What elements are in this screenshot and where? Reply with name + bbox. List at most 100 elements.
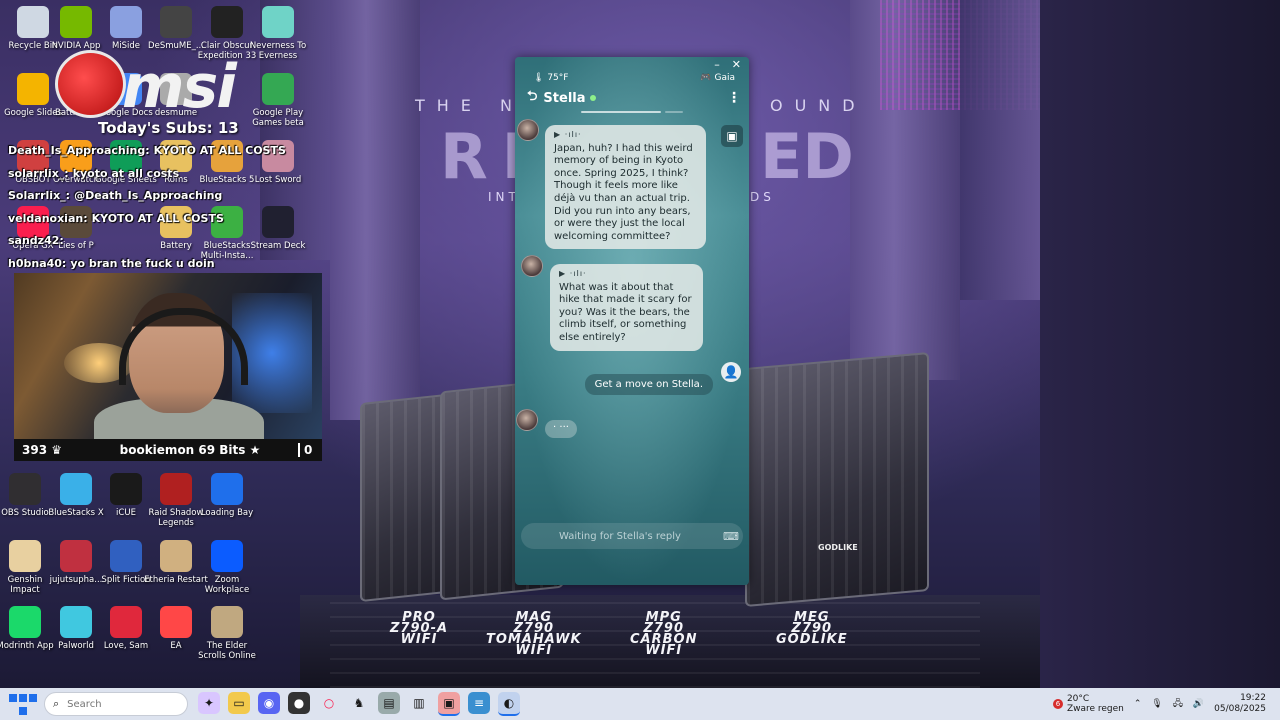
chat-line: Death_Is_Approaching: KYOTO AT ALL COSTS	[8, 140, 313, 163]
chat-text: KYOTO AT ALL COSTS	[91, 211, 224, 225]
play-audio-icon[interactable]: ▶ ·ıIı·	[554, 129, 698, 142]
app-icon	[110, 606, 142, 638]
chat-header: ⮌ Stella ⋮	[515, 85, 749, 111]
microphone-icon[interactable]: 🎙	[1151, 699, 1162, 709]
volume-icon[interactable]: 🔊	[1193, 699, 1204, 709]
terminal-icon[interactable]: ▣	[438, 692, 460, 716]
app-icon	[160, 6, 192, 38]
desktop-icon[interactable]: Neverness To Everness	[245, 6, 311, 61]
temperature-value: 75°F	[547, 73, 569, 83]
keyboard-icon[interactable]: ⌨	[719, 530, 743, 543]
model-label-pro: PRO Z790-A WIFI	[390, 611, 448, 646]
app-icon	[160, 473, 192, 505]
app-icon	[211, 473, 243, 505]
taskbar-search[interactable]: ⌕	[44, 692, 188, 716]
close-button[interactable]: ✕	[732, 58, 741, 71]
app-icon	[9, 540, 41, 572]
weather-widget[interactable]: 6 20°C Zware regen	[1052, 694, 1124, 714]
model-line: GODLIKE	[776, 632, 848, 647]
weather-desc: Zware regen	[1066, 704, 1124, 714]
obs-icon[interactable]: ●	[288, 692, 310, 714]
app-icon	[9, 473, 41, 505]
clock-time: 19:22	[1240, 693, 1266, 703]
stream-stats-bar: 393 ♛ bookiemon 69 Bits ★ 0	[14, 439, 322, 461]
motherboard-image	[745, 351, 929, 608]
wallpaper-building	[960, 0, 1040, 300]
bot-message-text: Japan, huh? I had this weird memory of b…	[554, 142, 693, 242]
wallpaper-building	[1040, 0, 1280, 688]
desktop-icon[interactable]: The Elder Scrolls Online	[194, 606, 260, 661]
taskbar-clock[interactable]: 19:22 05/08/2025	[1214, 693, 1266, 715]
chat-user: Solarrlix_:	[8, 189, 71, 202]
desktop-icon-label: Zoom Workplace	[204, 575, 250, 595]
start-button[interactable]	[8, 692, 38, 716]
chat-user: solarrlix_:	[8, 166, 69, 180]
stella-avatar	[517, 119, 539, 141]
app-icon	[211, 6, 243, 38]
app-icon	[211, 606, 243, 638]
chevron-up-icon[interactable]: ⌃	[1134, 699, 1142, 709]
bot-message: ▶ ·ıIı· What was it about that hike that…	[550, 264, 703, 351]
desktop-icon[interactable]: Google Play Games beta	[245, 73, 311, 128]
temperature-indicator: 🌡 75°F	[533, 73, 568, 83]
weather-temp: 20°C	[1066, 694, 1090, 704]
gaia-app-icon[interactable]: ◐	[498, 692, 520, 716]
desktop-icon[interactable]: Zoom Workplace	[194, 540, 260, 595]
chat-text: @Death_Is_Approaching	[74, 189, 223, 202]
opera-gx-icon[interactable]: ○	[318, 692, 340, 714]
app-icon[interactable]: ♞	[348, 692, 370, 714]
gamepad-icon: 🎮	[700, 73, 712, 83]
app-icon	[60, 606, 92, 638]
discord-icon[interactable]: ◉	[258, 692, 280, 714]
chat-user: h0bna40:	[8, 256, 67, 270]
star-icon: ★	[249, 443, 261, 457]
chat-text: yo bran the fuck u doin	[70, 256, 215, 270]
chat-line: Solarrlix_: @Death_Is_Approaching	[8, 185, 313, 208]
viewer-count-value: 393	[22, 443, 48, 457]
message-input-bar[interactable]: ⌨	[521, 523, 743, 549]
msi-brand-text: msi	[122, 52, 237, 122]
chat-text: kyoto at all costs	[72, 166, 180, 180]
wallpaper-hero-line-end: OUND	[770, 96, 867, 115]
app-icon	[211, 540, 243, 572]
search-icon: ⌕	[53, 697, 60, 710]
msi-dragon-logo	[55, 50, 126, 118]
back-arrow-icon[interactable]: ⮌	[527, 87, 537, 109]
file-explorer-icon[interactable]: ▭	[228, 692, 250, 714]
chat-line: solarrlix_: kyoto at all costs	[8, 163, 313, 186]
message-input[interactable]	[521, 529, 719, 543]
bits-label: bookiemon 69 Bits	[119, 443, 246, 457]
header-underline	[515, 111, 749, 114]
crown-icon: ♛	[51, 443, 63, 457]
gaia-app-label: 🎮 Gaia	[700, 73, 735, 83]
model-label-meg: MEG Z790 GODLIKE	[776, 611, 848, 647]
notes-icon[interactable]: ≡	[468, 692, 490, 714]
viewer-count: 393 ♛	[14, 443, 82, 457]
app-icon	[110, 473, 142, 505]
online-status-icon	[589, 95, 596, 101]
network-icon[interactable]: 🖧	[1173, 696, 1183, 712]
app-icon[interactable]: ▥	[408, 692, 430, 714]
tab-indicator	[581, 111, 661, 113]
chat-line: sandz42:	[8, 230, 313, 253]
webcam-feed	[14, 273, 322, 439]
thermometer-icon: 🌡	[533, 73, 545, 83]
desktop-icon[interactable]: Loading Bay	[194, 473, 260, 518]
app-icon	[60, 473, 92, 505]
wallpaper-hero-sub-end: DS	[750, 190, 775, 204]
app-icon	[160, 606, 192, 638]
user-message: Get a move on Stella.	[584, 374, 713, 395]
wallpaper-hero-title-end: ED	[760, 120, 854, 193]
user-avatar-icon: 👤	[721, 362, 741, 382]
app-icon	[262, 6, 294, 38]
play-audio-icon[interactable]: ▶ ·ıIı·	[559, 268, 695, 281]
contact-card-icon[interactable]: ▣	[721, 125, 743, 147]
model-label-mpg: MPG Z790 CARBON WIFI	[630, 611, 697, 657]
more-options-icon[interactable]: ⋮	[727, 90, 741, 106]
bot-message-text: What was it about that hike that made it…	[559, 281, 692, 343]
app-icon	[60, 6, 92, 38]
app-icon[interactable]: ▤	[378, 692, 400, 714]
minimize-button[interactable]: –	[714, 58, 720, 71]
copilot-icon[interactable]: ✦	[198, 692, 220, 714]
search-input[interactable]	[65, 697, 160, 711]
